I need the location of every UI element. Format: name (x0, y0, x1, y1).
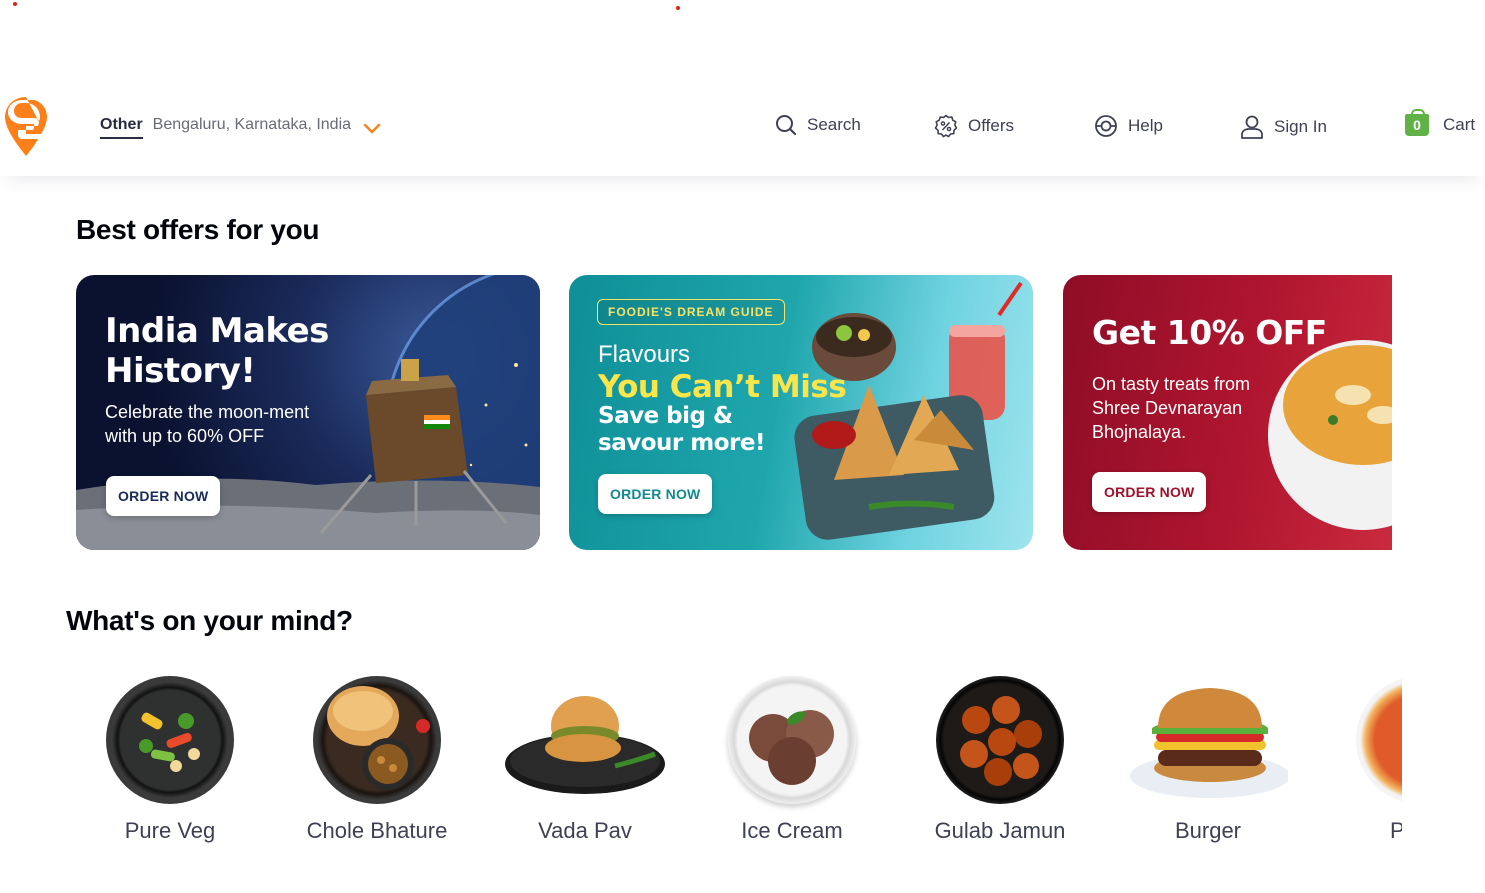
offer-subtitle-line: Shree Devnarayan (1092, 398, 1243, 418)
pizza-dish-icon (1356, 676, 1402, 804)
offer-card-title: Get 10% OFF (1092, 313, 1327, 352)
section-title-offers: Best offers for you (76, 214, 320, 245)
chevron-down-icon (363, 122, 381, 134)
cuisine-item-pizza[interactable]: P (1336, 676, 1402, 844)
nav-search-label: Search (807, 115, 861, 134)
ice-cream-dish-icon (728, 676, 856, 804)
cuisine-item-burger[interactable]: Burger (1128, 676, 1288, 844)
offer-subtitle-line: Save big & (598, 403, 733, 429)
order-now-button[interactable]: ORDER NOW (106, 476, 221, 516)
cuisine-label: Pure Veg (124, 818, 216, 843)
cuisine-label: Gulab Jamun (934, 818, 1066, 843)
chole-bhature-dish-icon (313, 676, 441, 804)
user-icon (1240, 114, 1264, 140)
site-header: Other Bengaluru, Karnataka, India Search… (0, 78, 1485, 176)
burger-dish-icon (1128, 676, 1288, 804)
cuisine-item-ice-cream[interactable]: Ice Cream (712, 676, 872, 844)
offer-subtitle-line: with up to 60% OFF (105, 426, 265, 446)
lifebuoy-icon (1094, 114, 1118, 138)
offer-title-line: India Makes (105, 311, 329, 351)
nav-cart[interactable]: 0 Cart (1405, 109, 1476, 136)
search-icon (775, 114, 797, 136)
offer-title-line: History! (105, 351, 256, 391)
location-address: Bengaluru, Karnataka, India (152, 116, 352, 133)
location-type: Other (100, 116, 143, 139)
cuisine-label: Chole Bhature (306, 818, 448, 843)
pure-veg-dish-icon (106, 676, 234, 804)
cuisine-carousel: Pure Veg Chole Bhature Vada Pav Ice Crea… (0, 650, 1402, 893)
nav-cart-label: Cart (1443, 115, 1476, 134)
cuisine-label: P (1390, 818, 1402, 843)
cart-count-badge: 0 (1405, 109, 1429, 136)
decorative-dot (676, 6, 680, 10)
cuisine-item-pure-veg[interactable]: Pure Veg (90, 676, 250, 844)
nav-sign-in[interactable]: Sign In (1240, 114, 1327, 140)
offer-subtitle-line: Bhojnalaya. (1092, 422, 1187, 442)
cuisine-item-gulab-jamun[interactable]: Gulab Jamun (920, 676, 1080, 844)
offer-card-get-10-off[interactable]: Get 10% OFF On tasty treats from Shree D… (1063, 275, 1392, 550)
nav-offers-label: Offers (968, 116, 1014, 135)
offer-card-chandrayaan[interactable]: India Makes History! Celebrate the moon-… (76, 275, 540, 550)
section-title-mind: What's on your mind? (66, 605, 353, 636)
location-selector[interactable]: Other Bengaluru, Karnataka, India (100, 116, 381, 139)
offer-subtitle-line: On tasty treats from (1092, 374, 1251, 394)
decorative-dot (13, 2, 17, 6)
offer-subtitle-line: Celebrate the moon-ment (105, 402, 310, 422)
nav-help[interactable]: Help (1094, 114, 1163, 138)
offer-card-subtitle: On tasty treats from Shree Devnarayan Bh… (1092, 372, 1250, 444)
order-now-button[interactable]: ORDER NOW (1092, 472, 1207, 512)
cuisine-item-vada-pav[interactable]: Vada Pav (505, 676, 665, 844)
offer-card-flavours[interactable]: FOODIE'S DREAM GUIDE Flavours You Can’t … (569, 275, 1033, 550)
offer-highlight: You Can’t Miss (598, 369, 847, 405)
swiggy-logo[interactable] (4, 96, 48, 158)
offer-subtitle-line: savour more! (598, 430, 765, 456)
order-now-button[interactable]: ORDER NOW (598, 474, 713, 514)
nav-sign-in-label: Sign In (1274, 117, 1327, 136)
offers-badge-icon (934, 114, 958, 138)
offer-card-title: India Makes History! (105, 311, 329, 391)
nav-search[interactable]: Search (775, 114, 861, 136)
nav-offers[interactable]: Offers (934, 114, 1014, 138)
offer-card-tag: FOODIE'S DREAM GUIDE (597, 299, 785, 325)
offer-card-subtitle: Celebrate the moon-ment with up to 60% O… (105, 400, 309, 448)
gulab-jamun-dish-icon (936, 676, 1064, 804)
offer-line: Flavours (598, 341, 691, 368)
nav-help-label: Help (1128, 116, 1163, 135)
vada-pav-dish-icon (505, 676, 665, 804)
cuisine-label: Vada Pav (538, 818, 632, 843)
offer-card-subtitle: Save big & savour more! (598, 403, 765, 457)
cuisine-item-chole-bhature[interactable]: Chole Bhature (297, 676, 457, 844)
cuisine-label: Ice Cream (741, 818, 843, 843)
cuisine-label: Burger (1174, 818, 1242, 843)
